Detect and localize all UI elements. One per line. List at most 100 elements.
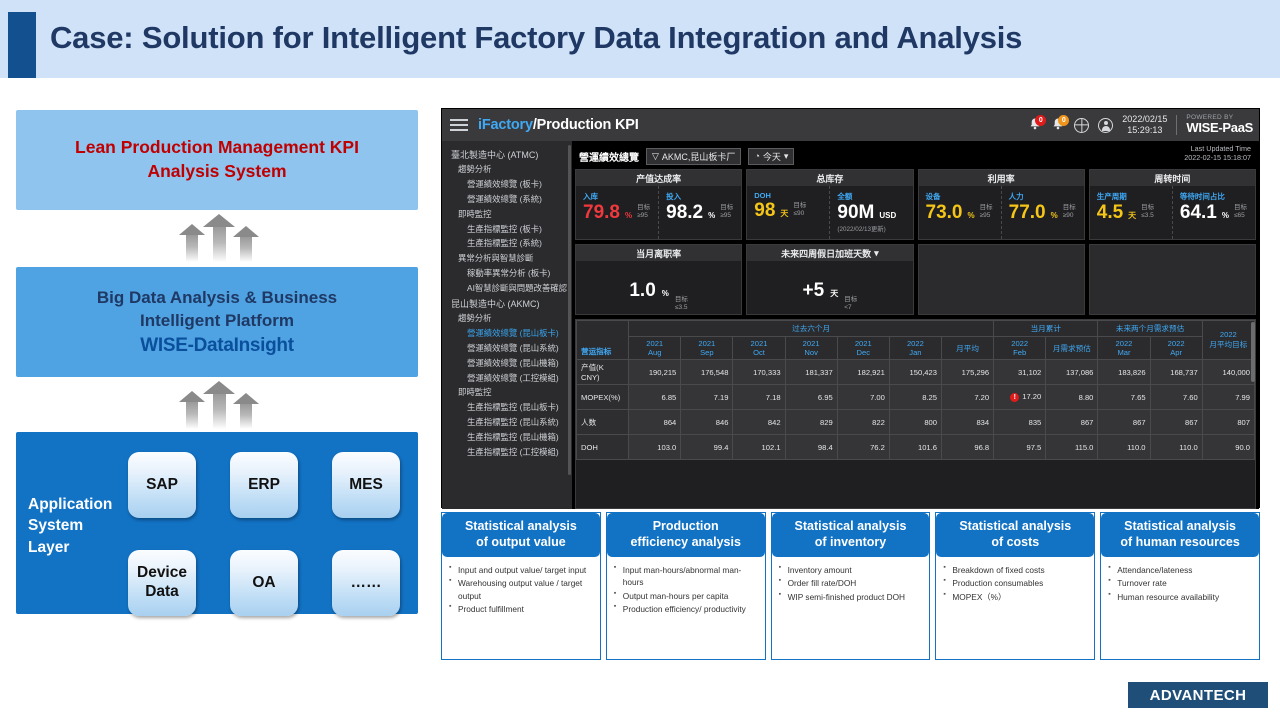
analysis-card-1: Productionefficiency analysisInput man-h… [605,512,766,660]
kpi-metric-0: 生产周期 4.5 天目标 ≤3.5 [1090,186,1172,239]
kpi-card-row2-0: 当月离职率 1.0% 目标 ≤3.5 [575,244,743,315]
sidebar-scrollbar[interactable] [568,145,571,475]
table-scrollbar[interactable] [1251,322,1255,382]
kpi-card-title: 周转时间 [1089,170,1255,186]
notification-bell-icon[interactable]: 0 [1028,115,1047,133]
table-cell: 190,215 [628,359,682,385]
brand-prefix: iFactory [478,117,533,133]
kpi-metric-value: 90M [837,202,875,223]
filter-chip-label: AKMC,昆山板卡厂 [661,151,736,162]
analysis-card-title: Statistical analysis of inventory [771,513,930,557]
sidebar-item-6[interactable]: 生產指標監控 (系統) [445,237,569,252]
topbar-actions: 0 0 2022/02/15 15:29:13 POWERED BY WISE-… [1028,109,1253,141]
last-updated-label: Last Updated Time [1190,144,1251,153]
chevron-down-icon: ▾ [783,150,789,161]
kpi-metric-target: 目标 ≥95 [720,203,734,219]
time-chip-label: 今天 [762,151,781,162]
analysis-card-item-2: Production efficiency/ productivity [614,602,758,615]
app-tile-mes: MES [332,452,400,518]
kpi-metric-target: 目标 ≥95 [637,203,651,219]
sidebar-item-3[interactable]: 營運績效總覽 (系統) [445,192,569,207]
table-group-header-2: 未来两个月需求预估 [1097,320,1203,337]
sidebar-item-16[interactable]: 即時監控 [445,386,569,401]
table-metric-col-header: 营运指标 [576,320,630,360]
kpi-metric-label: 等待时间占比 [1179,192,1225,201]
sidebar-item-8[interactable]: 稼動率異常分析 (板卡) [445,266,569,281]
layer-bigdata-product: WISE-DataInsight [140,335,294,357]
kpi-metric-label: 人力 [1008,192,1024,201]
table-cell: 150,423 [888,359,942,385]
chevron-down-icon[interactable]: ▾ [874,248,879,259]
clock-date: 2022/02/15 [1122,113,1168,124]
table-cell: 31,102 [993,359,1047,385]
sidebar-item-5[interactable]: 生產指標監控 (板卡) [445,222,569,237]
table-cell: 76.2 [836,434,890,460]
kpi-metric-label: 生产周期 [1096,192,1127,201]
table-cell: 7.19 [680,384,734,410]
analysis-card-item-1: Order fill rate/DOH [779,576,923,589]
analysis-card-item-0: Breakdown of fixed costs [943,563,1087,576]
analysis-card-item-1: Output man-hours per capita [614,589,758,602]
sidebar-item-0[interactable]: 臺北製造中心 (ATMC) [445,147,569,163]
dashboard-sidebar: 臺北製造中心 (ATMC) 趨勢分析 營運績效總覽 (板卡) 營運績效總覽 (系統) 即… [442,141,572,509]
analysis-card-body: Input and output value/ target inputWare… [442,557,600,621]
analysis-card-item-2: MOPEX（%） [943,590,1087,603]
table-row-name: 人数 [576,409,630,435]
dashboard-screenshot: iFactory/Production KPI 0 0 2022/02/15 1… [441,108,1260,509]
kpi-metric-value: 79.8 [583,202,620,223]
filter-chip[interactable]: ▽ AKMC,昆山板卡厂 [646,147,742,165]
kpi-metric-unit: % [1221,211,1229,220]
sidebar-item-19[interactable]: 生產指標監控 (昆山機箱) [445,430,569,445]
topbar-divider [1176,115,1178,135]
kpi-metric-value: 1.0 [629,280,656,301]
time-range-chip[interactable]: ◔ 今天 ▾ [748,147,795,165]
user-account-icon[interactable] [1098,117,1114,133]
alert-badge-count: 0 [1058,115,1070,126]
sidebar-item-11[interactable]: 趨勢分析 [445,312,569,327]
sidebar-item-18[interactable]: 生產指標監控 (昆山系統) [445,416,569,431]
application-layer-label: Application System Layer [28,496,113,556]
table-col-header-3: 2021 Nov [784,336,838,360]
analysis-card-title: Statistical analysis of output value [442,513,600,557]
kpi-metric-1: 全额 90M USD (2022/02/13更新) [829,186,912,239]
globe-icon[interactable] [1074,117,1090,133]
kpi-card-title: 利用率 [918,170,1084,186]
sidebar-item-12[interactable]: 營運績效總覽 (昆山板卡) [445,327,569,342]
kpi-metric-unit: 天 [830,289,839,298]
sidebar-item-13[interactable]: 營運績效總覽 (昆山系統) [445,341,569,356]
kpi-card-title: 当月离职率 [576,245,742,261]
sidebar-item-7[interactable]: 異常分析與智慧診斷 [445,252,569,267]
sidebar-item-20[interactable]: 生產指標監控 (工控模組) [445,445,569,460]
bell-badge-count: 0 [1035,115,1047,126]
sidebar-item-14[interactable]: 營運績效總覽 (昆山機箱) [445,356,569,371]
table-cell: 99.4 [680,434,734,460]
table-cell: 182,921 [836,359,890,385]
kpi-card-0: 产值达成率 入库 79.8% 目标 ≥95 投入 98.2% 目标 ≥95 [575,169,743,240]
kpi-metric-unit: % [708,211,716,220]
alert-bell-icon[interactable]: 0 [1051,115,1070,133]
sidebar-item-9[interactable]: AI智慧診斷與問題改善確認 [445,281,569,296]
sidebar-item-10[interactable]: 昆山製造中心 (AKMC) [445,296,569,312]
sidebar-item-1[interactable]: 趨勢分析 [445,163,569,178]
table-cell: 867 [1097,409,1151,435]
sidebar-item-17[interactable]: 生產指標監控 (昆山板卡) [445,401,569,416]
table-cell: 7.00 [836,384,890,410]
table-row: DOH 103.0 99.4 102.1 98.4 76.2 101.6 96.8 97.5 11… [576,434,1255,460]
analysis-card-item-0: Input man-hours/abnormal man-hours [614,563,758,589]
kpi-row-1: 产值达成率 入库 79.8% 目标 ≥95 投入 98.2% 目标 ≥95 总库存 DOH 98 天目标… [575,169,1256,240]
kpi-placeholder-1 [1088,244,1256,315]
kpi-card-metrics: 入库 79.8% 目标 ≥95 投入 98.2% 目标 ≥95 [576,186,741,239]
kpi-card-metrics: +5 天目标 <7 [747,261,912,314]
table-row-name: 产值(K CNY) [576,359,630,385]
menu-icon[interactable] [450,119,468,131]
layer-bigdata-line1: Big Data Analysis & Business [96,287,338,307]
table-cell: 115.0 [1045,434,1099,460]
sidebar-item-4[interactable]: 即時監控 [445,207,569,222]
powered-by-block: POWERED BY WISE-PaaS [1186,114,1253,136]
page-title: Case: Solution for Intelligent Factory D… [50,20,1023,55]
table-group-header-0: 过去六个月 [628,320,995,337]
sidebar-item-15[interactable]: 營運績效總覽 (工控模組) [445,371,569,386]
sidebar-item-2[interactable]: 營運績效總覽 (板卡) [445,177,569,192]
kpi-metric-1: 等待时间占比 64.1% 目标 ≤65 [1171,186,1255,239]
table-cell: 822 [836,409,890,435]
